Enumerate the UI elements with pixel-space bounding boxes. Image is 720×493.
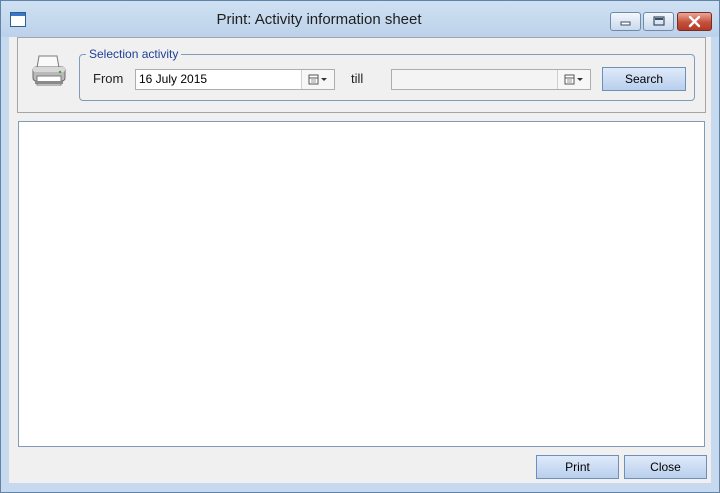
from-date-value: 16 July 2015 [139,72,208,86]
printer-icon [32,55,66,86]
print-dialog-window: Print: Activity information sheet Select… [0,0,720,493]
till-label: till [351,71,364,86]
maximize-icon [653,16,665,26]
search-button[interactable]: Search [602,67,686,91]
activity-results-list[interactable] [18,121,705,447]
close-button[interactable]: Close [624,455,707,479]
minimize-icon [620,21,631,26]
from-date-dropdown-button[interactable] [301,70,334,89]
till-date-dropdown-button[interactable] [557,70,590,89]
window-title: Print: Activity information sheet [216,11,422,28]
calendar-dropdown-icon [308,74,327,85]
title-bar[interactable]: Print: Activity information sheet [1,1,719,37]
from-date-field[interactable]: 16 July 2015 [135,69,335,90]
till-date-field[interactable] [391,69,591,90]
close-icon [688,15,701,28]
close-window-button[interactable] [677,12,712,31]
print-button[interactable]: Print [536,455,619,479]
minimize-button[interactable] [610,12,641,31]
selection-panel: Selection activity From 16 July 2015 til… [17,37,706,113]
selection-activity-group: Selection activity From 16 July 2015 til… [79,47,695,101]
dialog-body: Selection activity From 16 July 2015 til… [9,37,711,483]
maximize-button[interactable] [643,12,674,31]
calendar-dropdown-icon [564,74,583,85]
from-label: From [93,71,124,86]
group-label: Selection activity [86,47,182,61]
